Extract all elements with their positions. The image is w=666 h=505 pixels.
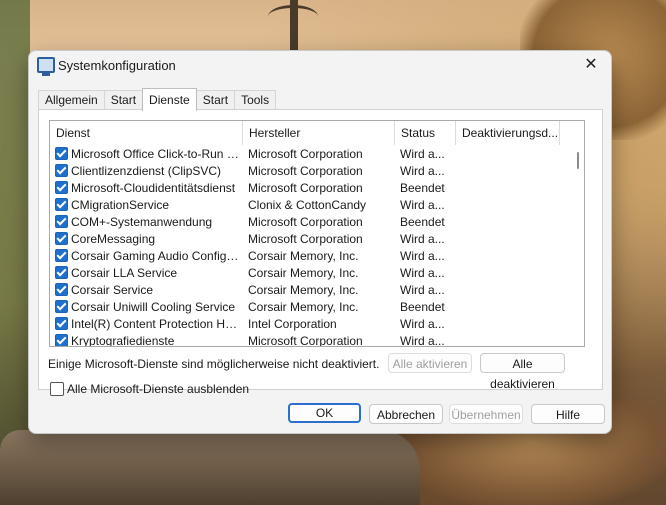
tab-boot[interactable]: Start <box>103 90 144 110</box>
list-header: Dienst Hersteller Status Deaktivierungsd… <box>50 121 575 145</box>
service-name: Clientlizenzdienst (ClipSVC) <box>71 164 222 178</box>
enable-all-button[interactable]: Alle aktivieren <box>388 353 472 373</box>
service-manufacturer: Corsair Memory, Inc. <box>248 300 359 314</box>
table-row[interactable]: Corsair LLA Service Corsair Memory, Inc. W… <box>50 265 575 282</box>
service-status: Wird a... <box>400 283 445 297</box>
services-list[interactable]: Dienst Hersteller Status Deaktivierungsd… <box>49 120 576 347</box>
scrollbar-thumb[interactable] <box>577 152 579 169</box>
service-status: Wird a... <box>400 164 445 178</box>
service-name: Intel(R) Content Protection HDC... <box>71 317 239 331</box>
service-status: Beendet <box>400 300 445 314</box>
table-row[interactable]: Intel(R) Content Protection HDC... Intel … <box>50 316 575 333</box>
service-name: CMigrationService <box>71 198 170 212</box>
service-manufacturer: Microsoft Corporation <box>248 181 363 195</box>
service-status: Beendet <box>400 181 445 195</box>
table-row[interactable]: Corsair Uniwill Cooling Service Corsair M… <box>50 299 575 316</box>
tab-startup[interactable]: Start <box>195 90 236 110</box>
tab-general[interactable]: Allgemein <box>38 90 105 110</box>
service-name: Corsair LLA Service <box>71 266 178 280</box>
service-manufacturer: Intel Corporation <box>248 317 337 331</box>
service-name: COM+-Systemanwendung <box>71 215 213 229</box>
disable-all-button[interactable]: Alle deaktivieren <box>480 353 565 391</box>
service-name: Kryptografiedienste <box>71 334 175 347</box>
table-row[interactable]: Clientlizenzdienst (ClipSVC) Microsoft Co… <box>50 163 575 180</box>
table-row[interactable]: CMigrationService Clonix & CottonCandy Wir… <box>50 197 575 214</box>
service-manufacturer: Corsair Memory, Inc. <box>248 266 359 280</box>
table-row[interactable]: Corsair Service Corsair Memory, Inc. Wird … <box>50 282 575 299</box>
table-row[interactable]: CoreMessaging Microsoft Corporation Wird a… <box>50 231 575 248</box>
service-status: Wird a... <box>400 147 445 161</box>
service-manufacturer: Corsair Memory, Inc. <box>248 249 359 263</box>
service-enabled-checkbox[interactable] <box>55 181 68 194</box>
service-enabled-checkbox[interactable] <box>55 249 68 262</box>
list-scrollbar[interactable] <box>574 120 585 347</box>
wallpaper-tree-crown <box>268 5 318 28</box>
service-enabled-checkbox[interactable] <box>55 334 68 346</box>
service-enabled-checkbox[interactable] <box>55 266 68 279</box>
service-enabled-checkbox[interactable] <box>55 232 68 245</box>
service-name: CoreMessaging <box>71 232 156 246</box>
title-bar: Systemkonfiguration ✕ <box>29 51 611 81</box>
service-name: Microsoft Office Click-to-Run Ser... <box>71 147 239 161</box>
service-name: Microsoft-Cloudidentitätsdienst <box>71 181 236 195</box>
service-name: Corsair Uniwill Cooling Service <box>71 300 236 314</box>
services-panel: Dienst Hersteller Status Deaktivierungsd… <box>38 109 603 396</box>
service-enabled-checkbox[interactable] <box>55 198 68 211</box>
service-status: Wird a... <box>400 232 445 246</box>
table-row[interactable]: Microsoft-Cloudidentitätsdienst Microsoft… <box>50 180 575 197</box>
service-enabled-checkbox[interactable] <box>55 215 68 228</box>
service-enabled-checkbox[interactable] <box>55 164 68 177</box>
cancel-button[interactable]: Abbrechen <box>369 404 443 424</box>
service-status: Wird a... <box>400 266 445 280</box>
service-enabled-checkbox[interactable] <box>55 147 68 160</box>
service-manufacturer: Corsair Memory, Inc. <box>248 283 359 297</box>
table-row[interactable]: Corsair Gaming Audio Configurat... Corsai… <box>50 248 575 265</box>
service-enabled-checkbox[interactable] <box>55 283 68 296</box>
system-config-window: Systemkonfiguration ✕ Allgemein Start Di… <box>28 50 612 434</box>
msconfig-app-icon <box>37 57 55 76</box>
column-header-service[interactable]: Dienst <box>50 121 243 145</box>
window-title: Systemkonfiguration <box>58 58 176 73</box>
service-manufacturer: Microsoft Corporation <box>248 147 363 161</box>
service-manufacturer: Microsoft Corporation <box>248 164 363 178</box>
hide-ms-services-checkbox[interactable] <box>50 382 64 396</box>
close-icon: ✕ <box>584 56 598 73</box>
service-status: Beendet <box>400 215 445 229</box>
tab-tools[interactable]: Tools <box>234 90 277 110</box>
tab-bar: Allgemein Start Dienste Start Tools <box>38 88 277 111</box>
help-button[interactable]: Hilfe <box>531 404 605 424</box>
service-status: Wird a... <box>400 249 445 263</box>
service-status: Wird a... <box>400 317 445 331</box>
table-row[interactable]: Microsoft Office Click-to-Run Ser... Micr… <box>50 146 575 163</box>
table-row[interactable]: Kryptografiedienste Microsoft Corporation… <box>50 333 575 347</box>
service-enabled-checkbox[interactable] <box>55 300 68 313</box>
tab-services[interactable]: Dienste <box>142 88 197 111</box>
service-manufacturer: Microsoft Corporation <box>248 215 363 229</box>
apply-button[interactable]: Übernehmen <box>449 404 523 424</box>
table-row[interactable]: COM+-Systemanwendung Microsoft Corporatio… <box>50 214 575 231</box>
hide-ms-services-label[interactable]: Alle Microsoft-Dienste ausblenden <box>67 382 249 396</box>
wallpaper-log <box>0 430 420 505</box>
ok-button[interactable]: OK <box>288 403 361 423</box>
service-status: Wird a... <box>400 334 445 347</box>
service-manufacturer: Microsoft Corporation <box>248 334 363 347</box>
column-header-manufacturer[interactable]: Hersteller <box>243 121 395 145</box>
service-name: Corsair Gaming Audio Configurat... <box>71 249 239 263</box>
service-manufacturer: Clonix & CottonCandy <box>248 198 367 212</box>
close-button[interactable]: ✕ <box>581 55 601 75</box>
column-header-disabled-date[interactable]: Deaktivierungsd... <box>456 121 560 145</box>
service-manufacturer: Microsoft Corporation <box>248 232 363 246</box>
service-status: Wird a... <box>400 198 445 212</box>
column-header-status[interactable]: Status <box>395 121 456 145</box>
service-name: Corsair Service <box>71 283 154 297</box>
service-enabled-checkbox[interactable] <box>55 317 68 330</box>
info-text: Einige Microsoft-Dienste sind möglicherw… <box>48 357 380 371</box>
